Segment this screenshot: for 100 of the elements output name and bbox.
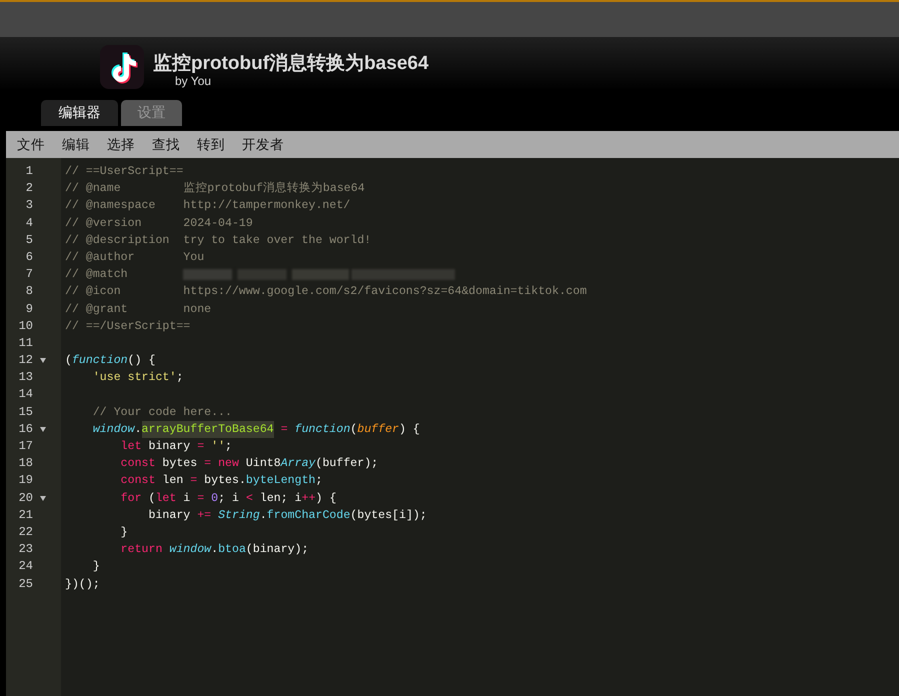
line-number: 20: [18, 490, 33, 507]
menu-item[interactable]: 文件: [17, 136, 45, 154]
code-text: ; i: [218, 490, 240, 507]
line-number: 3: [24, 197, 33, 214]
line-number: 16: [18, 420, 33, 438]
line-number: 6: [24, 248, 33, 266]
code-text: binary: [147, 439, 192, 455]
code-keyword: =: [197, 490, 204, 507]
code-text: Uint8: [244, 456, 281, 472]
code-keyword: function: [72, 353, 128, 370]
code-text: ;: [316, 473, 322, 490]
code-text: (: [350, 422, 358, 438]
code-comment: // @icon https://www.google.com/s2/favicons?sz=64&domain=tiktok.com: [65, 284, 587, 300]
code-property: fromCharCode: [266, 508, 350, 524]
code-text: (binary);: [246, 542, 309, 558]
line-number: 4: [24, 214, 33, 232]
fold-arrow-icon[interactable]: [40, 426, 46, 432]
code-keyword: let: [155, 490, 176, 507]
line-number: 7: [24, 266, 33, 284]
code-keyword: ++: [302, 490, 316, 507]
code-comment: // @author You: [65, 250, 204, 266]
code-function-name: arrayBufferToBase64: [142, 420, 274, 438]
line-number: 10: [18, 318, 33, 335]
code-keyword: function: [294, 422, 350, 438]
code-parameter: buffer: [357, 422, 400, 438]
code-keyword: new: [217, 456, 239, 472]
line-number: 2: [24, 180, 33, 198]
line-number: 25: [18, 576, 33, 592]
line-number: 15: [18, 404, 33, 421]
code-text: binary: [147, 508, 192, 524]
code-comment: // Your code here...: [92, 404, 232, 421]
code-comment: // ==/UserScript==: [65, 318, 190, 335]
code-keyword: String: [217, 508, 260, 524]
code-keyword: Array: [280, 456, 316, 472]
line-number: 17: [18, 438, 33, 455]
code-text: len: [161, 473, 184, 490]
music-note-icon: [100, 45, 144, 89]
code-text: .: [211, 542, 218, 558]
code-number: 0: [210, 490, 218, 507]
code-keyword: for: [120, 490, 142, 507]
script-title: 监控protobuf消息转换为base64: [153, 52, 429, 76]
code-text: })();: [65, 576, 100, 592]
code-property: btoa: [218, 542, 246, 558]
code-keyword: return: [120, 542, 162, 558]
line-number: 9: [24, 300, 33, 318]
code-text: (buffer);: [316, 456, 378, 472]
menu-item[interactable]: 转到: [197, 136, 225, 154]
code-text: bytes: [161, 456, 198, 472]
tab[interactable]: 编辑器: [41, 100, 118, 126]
line-number: 24: [18, 558, 33, 576]
code-keyword: window: [92, 422, 135, 438]
code-comment: // @description try to take over the world!: [65, 232, 372, 249]
code-text: ) {: [316, 490, 336, 507]
code-text: .: [260, 508, 267, 524]
code-text: len; i: [258, 490, 302, 507]
line-number: 5: [24, 232, 33, 249]
author-label: by You: [175, 74, 212, 88]
code-comment: // ==UserScript==: [65, 164, 184, 180]
line-number: 18: [18, 455, 33, 472]
fold-arrow-icon[interactable]: [40, 496, 46, 501]
code-keyword: <: [246, 490, 253, 507]
code-keyword: +=: [197, 508, 212, 524]
code-comment: // @namespace http://tampermonkey.net/: [65, 198, 350, 214]
menu-item[interactable]: 查找: [152, 136, 180, 154]
line-number: 22: [18, 524, 33, 541]
code-text: }: [92, 559, 100, 576]
code-text: ;: [225, 439, 232, 455]
code-text: .: [134, 422, 142, 438]
code-comment: // @version 2024-04-19: [65, 216, 253, 232]
code-text: bytes.: [203, 473, 246, 490]
code-text: (: [65, 353, 72, 370]
line-number: 11: [18, 334, 33, 352]
line-number: 23: [18, 541, 33, 558]
code-comment: // @match: [65, 267, 129, 284]
code-keyword: const: [120, 473, 156, 490]
code-string: 'use strict': [92, 370, 176, 386]
code-text: i: [182, 490, 192, 507]
menu-item[interactable]: 开发者: [242, 136, 284, 154]
fold-arrow-icon[interactable]: [40, 358, 46, 364]
line-number: 8: [24, 283, 33, 300]
code-comment: // @name 监控protobuf消息转换为base64: [65, 180, 365, 198]
line-number: 19: [18, 472, 33, 490]
code-keyword: =: [204, 456, 212, 472]
code-property: byteLength: [246, 473, 316, 490]
code-text: ;: [176, 370, 184, 386]
code-keyword: =: [280, 422, 288, 438]
line-number: 13: [18, 369, 33, 386]
code-keyword: =: [190, 473, 198, 490]
code-text: }: [120, 524, 128, 541]
line-number: 21: [18, 506, 33, 524]
menu-item[interactable]: 选择: [107, 136, 135, 154]
code-text: () {: [128, 353, 156, 370]
code-keyword: let: [120, 439, 142, 455]
code-comment: // @grant none: [65, 302, 212, 318]
line-number: 1: [24, 163, 33, 180]
line-number: 14: [18, 386, 33, 404]
code-keyword: =: [197, 439, 204, 455]
menu-item[interactable]: 编辑: [62, 136, 90, 154]
line-number: 12: [18, 352, 33, 370]
code-keyword: const: [120, 456, 156, 472]
